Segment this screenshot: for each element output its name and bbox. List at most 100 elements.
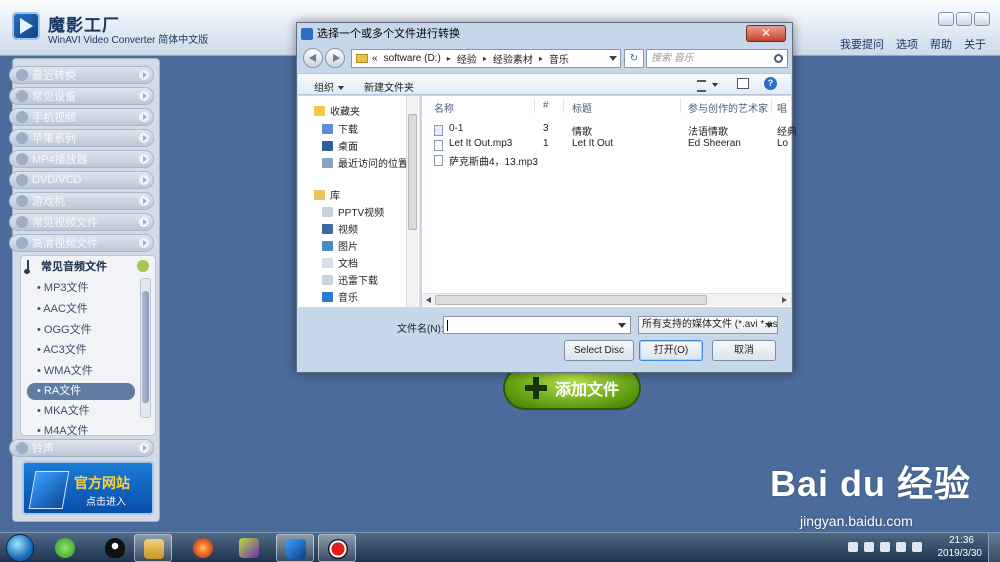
taskbar-winavi[interactable] [276,534,314,562]
column-divider[interactable] [563,98,564,113]
sidebar-item-ringtone[interactable]: 铃声 [9,439,154,457]
nav-pictures[interactable]: 图片 [322,238,358,253]
column-title[interactable]: 标题 [572,100,592,115]
sidebar-item-dvd[interactable]: DVD/VCD [9,171,154,189]
sidebar-item-devices[interactable]: 常见设备 [9,87,154,105]
column-album[interactable]: 唱 [777,100,787,115]
refresh-button[interactable]: ↻ [624,49,644,68]
table-row[interactable]: 0-1 3 情歌 法语情歌 经典 [428,123,797,138]
menu-options[interactable]: 选项 [896,36,918,52]
breadcrumb-folder[interactable]: 经验 [457,51,477,66]
new-folder-button[interactable]: 新建文件夹 [364,79,414,94]
sidebar-item-recent[interactable]: 最近转换 [9,66,154,84]
taskbar-recorder[interactable] [318,534,356,562]
nav-recent-places[interactable]: 最近访问的位置 [322,155,408,170]
menu-ask-question[interactable]: 我要提问 [840,36,884,52]
table-row[interactable]: Let It Out.mp3 1 Let It Out Ed Sheeran L… [428,138,790,153]
scrollbar-thumb[interactable] [142,291,149,403]
sidebar-item-mobile[interactable]: 手机视频 [9,108,154,126]
scroll-right-icon[interactable] [782,297,787,303]
keyboard-icon[interactable] [848,542,858,552]
sidebar-item-video-files[interactable]: 常见视频文件 [9,213,154,231]
column-divider[interactable] [534,98,535,113]
format-m4a[interactable]: • M4A文件 [27,423,135,435]
breadcrumb-current[interactable]: 音乐 [549,51,569,66]
organize-menu[interactable]: 组织 [314,79,344,94]
address-bar[interactable]: « software (D:) ▸ 经验 ▸ 经验素材 ▸ 音乐 [351,49,621,68]
column-divider[interactable] [680,98,681,113]
sidebar-item-apple[interactable]: 苹果系列 [9,129,154,147]
scrollbar-thumb[interactable] [435,295,707,305]
format-ac3[interactable]: • AC3文件 [27,342,135,359]
sidebar-item-audio[interactable]: 常见音频文件 [21,256,155,276]
nav-music[interactable]: 音乐 [322,289,358,304]
taskbar-video-app[interactable] [230,534,268,562]
dropdown-arrow-icon[interactable] [609,56,617,61]
table-row[interactable]: 萨克斯曲4，13.mp3 [428,153,790,168]
open-button[interactable]: 打开(O) [639,340,703,361]
breadcrumb-drive[interactable]: software (D:) [384,53,441,64]
maximize-button[interactable] [956,12,972,26]
clock-time[interactable]: 21:36 [949,535,974,546]
scroll-left-icon[interactable] [426,297,431,303]
device-icon[interactable] [880,542,890,552]
file-type-select[interactable]: 所有支持的媒体文件 (*.avi *.as [638,316,778,334]
official-site-banner[interactable]: 官方网站 点击进入 [22,461,154,515]
scrollbar-thumb[interactable] [408,114,417,230]
forward-arrow-icon[interactable] [325,48,345,68]
network-icon[interactable] [896,542,906,552]
breadcrumb-overflow[interactable]: « [372,53,378,64]
taskbar-qq[interactable] [96,534,134,562]
preview-pane-icon[interactable] [737,78,749,89]
nav-desktop[interactable]: 桌面 [322,138,358,153]
breadcrumb-separator-icon[interactable]: ▸ [539,54,543,63]
nav-thunder-downloads[interactable]: 迅雷下载 [322,272,378,287]
sidebar-item-hd-video[interactable]: 高清视频文件 [9,234,154,252]
breadcrumb-separator-icon[interactable]: ▸ [447,54,451,63]
taskbar-360[interactable] [46,534,84,562]
view-options-icon[interactable] [697,79,719,92]
cancel-button[interactable]: 取消 [712,340,776,361]
sidebar-item-console[interactable]: 游戏机 [9,192,154,210]
nav-favorites[interactable]: 收藏夹 [314,103,360,118]
dropdown-arrow-icon[interactable] [618,323,626,328]
breadcrumb-folder[interactable]: 经验素材 [493,51,533,66]
nav-documents[interactable]: 文档 [322,255,358,270]
dropdown-arrow-icon[interactable] [765,323,773,328]
filename-input[interactable] [443,316,631,334]
nav-videos[interactable]: 视频 [322,221,358,236]
breadcrumb-separator-icon[interactable]: ▸ [483,54,487,63]
column-divider[interactable] [771,98,772,113]
dialog-close-button[interactable]: ✕ [746,25,786,42]
nav-scrollbar[interactable] [406,96,418,307]
help-icon[interactable]: ? [764,77,777,90]
column-number[interactable]: # [543,100,549,111]
search-input[interactable]: 搜索 音乐 [646,49,788,68]
taskbar-firefox[interactable] [184,534,222,562]
format-ogg[interactable]: • OGG文件 [27,322,135,339]
horizontal-scrollbar[interactable] [422,293,791,306]
format-mka[interactable]: • MKA文件 [27,403,135,420]
column-name[interactable]: 名称 [434,100,454,115]
clock-date[interactable]: 2019/3/30 [938,548,983,559]
format-ra[interactable]: • RA文件 [27,383,135,400]
menu-help[interactable]: 帮助 [930,36,952,52]
sidebar-item-mp4[interactable]: MP4播放器 [9,150,154,168]
column-artist[interactable]: 参与创作的艺术家 [688,100,768,115]
start-button[interactable] [6,534,34,562]
nav-pptv-video[interactable]: PPTV视频 [322,204,384,219]
menu-about[interactable]: 关于 [964,36,986,52]
minimize-button[interactable] [938,12,954,26]
show-desktop-button[interactable] [988,533,1000,562]
audio-list-scrollbar[interactable] [140,278,151,418]
nav-libraries[interactable]: 库 [314,187,340,202]
nav-downloads[interactable]: 下载 [322,121,358,136]
select-disc-button[interactable]: Select Disc [564,340,634,361]
format-aac[interactable]: • AAC文件 [27,301,135,318]
volume-icon[interactable] [912,542,922,552]
flag-icon[interactable] [864,542,874,552]
format-mp3[interactable]: • MP3文件 [27,280,135,297]
format-wma[interactable]: • WMA文件 [27,363,135,380]
taskbar-explorer[interactable] [134,534,172,562]
close-button[interactable] [974,12,990,26]
